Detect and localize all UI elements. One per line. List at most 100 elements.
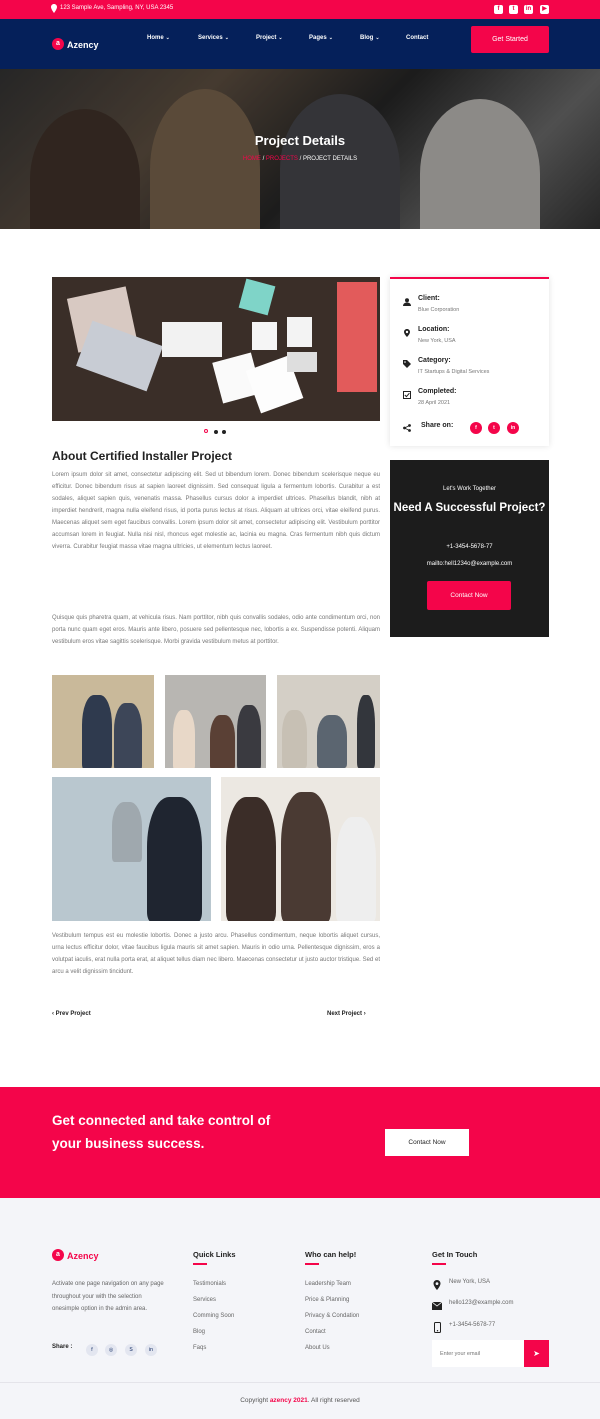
client-value: Blue Corporation xyxy=(418,307,460,313)
title-underline xyxy=(305,1263,319,1265)
gallery-photo-3[interactable] xyxy=(277,675,380,768)
desk-paper xyxy=(287,317,312,347)
logo-icon[interactable]: a xyxy=(52,38,64,50)
copyright-brand[interactable]: azency 2021 xyxy=(270,1397,308,1404)
nav-services[interactable]: Services ⌄ xyxy=(198,35,229,41)
linkedin-icon[interactable]: in xyxy=(507,422,519,434)
chevron-down-icon: ⌄ xyxy=(375,35,380,41)
footer-link-leadership[interactable]: Leadership Team xyxy=(305,1281,351,1287)
nav-home[interactable]: Home ⌄ xyxy=(147,35,170,41)
nav-project[interactable]: Project ⌄ xyxy=(256,35,283,41)
share-icon xyxy=(403,424,411,432)
location-pin-icon xyxy=(404,329,410,337)
nav-blog[interactable]: Blog ⌄ xyxy=(360,35,380,41)
photo-figure xyxy=(147,797,202,921)
photo-figure xyxy=(226,797,276,921)
chevron-down-icon: ⌄ xyxy=(328,35,333,41)
band-contact-button[interactable]: Contact Now xyxy=(385,1129,469,1156)
footer-email[interactable]: hello123@example.com xyxy=(449,1300,513,1306)
footer-location: New York, USA xyxy=(449,1279,491,1285)
cta-pretitle: Let's Work Together xyxy=(443,486,496,492)
get-started-button[interactable]: Get Started xyxy=(471,26,549,53)
desk-paper xyxy=(162,322,222,357)
location-pin-icon xyxy=(433,1280,441,1290)
mail-icon xyxy=(432,1302,442,1310)
linkedin-icon[interactable]: in xyxy=(524,5,533,14)
gallery-photo-1[interactable] xyxy=(52,675,154,768)
footer-link-coming-soon[interactable]: Comming Soon xyxy=(193,1313,234,1319)
photo-figure xyxy=(82,695,112,768)
photo-figure xyxy=(281,792,331,921)
footer-link-privacy[interactable]: Privacy & Condation xyxy=(305,1313,359,1319)
location-pin-icon xyxy=(51,4,57,13)
footer-link-faqs[interactable]: Faqs xyxy=(193,1345,206,1351)
nav-pages-label: Pages xyxy=(309,35,327,41)
prev-project-link[interactable]: ‹ Prev Project xyxy=(52,1011,91,1017)
completed-value: 28 April 2021 xyxy=(418,400,451,406)
twitter-icon[interactable]: t xyxy=(488,422,500,434)
contact-now-button[interactable]: Contact Now xyxy=(427,581,511,610)
footer-link-pricing[interactable]: Price & Planning xyxy=(305,1297,349,1303)
slider-dot-active[interactable] xyxy=(204,429,208,433)
copyright-suffix: . All right reserved xyxy=(307,1397,360,1404)
footer-link-about[interactable]: About Us xyxy=(305,1345,330,1351)
slider-dot[interactable] xyxy=(222,430,226,434)
gallery-photo-5[interactable] xyxy=(221,777,380,921)
nav-project-label: Project xyxy=(256,35,277,41)
facebook-icon[interactable]: f xyxy=(494,5,503,14)
slider-dot[interactable] xyxy=(214,430,218,434)
copyright-prefix: Copyright xyxy=(240,1397,270,1404)
nav-contact-label: Contact xyxy=(406,35,429,41)
band-text: Get connected and take control of your b… xyxy=(52,1113,271,1151)
breadcrumb-home[interactable]: HOME xyxy=(243,156,261,162)
photo-figure xyxy=(237,705,261,768)
quick-links-title: Quick Links xyxy=(193,1250,236,1259)
contact-cta-card: Let's Work Together Need A Successful Pr… xyxy=(390,460,549,637)
cta-phone[interactable]: +1-3454-5678-77 xyxy=(390,544,549,550)
footer-phone[interactable]: +1-3454-5678-77 xyxy=(449,1322,495,1328)
photo-figure xyxy=(336,817,376,921)
hero-banner: Project Details HOME / PROJECTS / PROJEC… xyxy=(0,69,600,229)
photo-figure xyxy=(210,715,235,768)
linkedin-icon[interactable]: in xyxy=(145,1344,157,1356)
footer-link-blog[interactable]: Blog xyxy=(193,1329,205,1335)
facebook-icon[interactable]: f xyxy=(470,422,482,434)
nav-contact[interactable]: Contact xyxy=(406,35,428,41)
location-label: Location: xyxy=(418,326,450,333)
gallery-photo-4[interactable] xyxy=(52,777,211,921)
checkbox-icon xyxy=(403,391,411,399)
footer-logo-text[interactable]: Azency xyxy=(67,1251,99,1261)
breadcrumb-projects[interactable]: PROJECTS xyxy=(266,156,298,162)
laptop-shape xyxy=(76,320,163,392)
chevron-down-icon: ⌄ xyxy=(165,35,170,41)
footer-link-services[interactable]: Services xyxy=(193,1297,216,1303)
gallery-photo-2[interactable] xyxy=(165,675,266,768)
footer-link-contact[interactable]: Contact xyxy=(305,1329,326,1335)
next-project-link[interactable]: Next Project › xyxy=(327,1011,366,1017)
keyboard-shape xyxy=(287,352,317,372)
tablet-shape xyxy=(337,282,377,392)
cta-band: Get connected and take control of your b… xyxy=(0,1087,600,1198)
project-main-image xyxy=(52,277,380,421)
logo-text[interactable]: Azency xyxy=(67,40,99,50)
newsletter-email-input[interactable] xyxy=(432,1340,524,1367)
photo-figure xyxy=(114,703,142,768)
photo-figure xyxy=(282,710,307,768)
page-title: Project Details xyxy=(254,133,346,148)
category-value: IT Startups & Digital Services xyxy=(418,369,490,375)
youtube-icon[interactable]: ▶ xyxy=(540,5,549,14)
twitter-icon[interactable]: t xyxy=(509,5,518,14)
about-paragraph-3: Vestibulum tempus est eu molestie lobort… xyxy=(52,933,380,975)
dribbble-icon[interactable]: ◎ xyxy=(105,1344,117,1356)
desk-paper xyxy=(252,322,277,350)
skype-icon[interactable]: S xyxy=(125,1344,137,1356)
cta-email[interactable]: mailto:hell1234o@example.com xyxy=(390,561,549,567)
nav-pages[interactable]: Pages ⌄ xyxy=(309,35,333,41)
sticky-note xyxy=(238,278,276,316)
footer-link-testimonials[interactable]: Testimonials xyxy=(193,1281,226,1287)
completed-label: Completed: xyxy=(418,388,457,395)
footer-logo-icon[interactable]: a xyxy=(52,1249,64,1261)
send-icon[interactable]: ➤ xyxy=(524,1340,549,1367)
chevron-left-icon: ‹ xyxy=(52,1011,54,1017)
facebook-icon[interactable]: f xyxy=(86,1344,98,1356)
